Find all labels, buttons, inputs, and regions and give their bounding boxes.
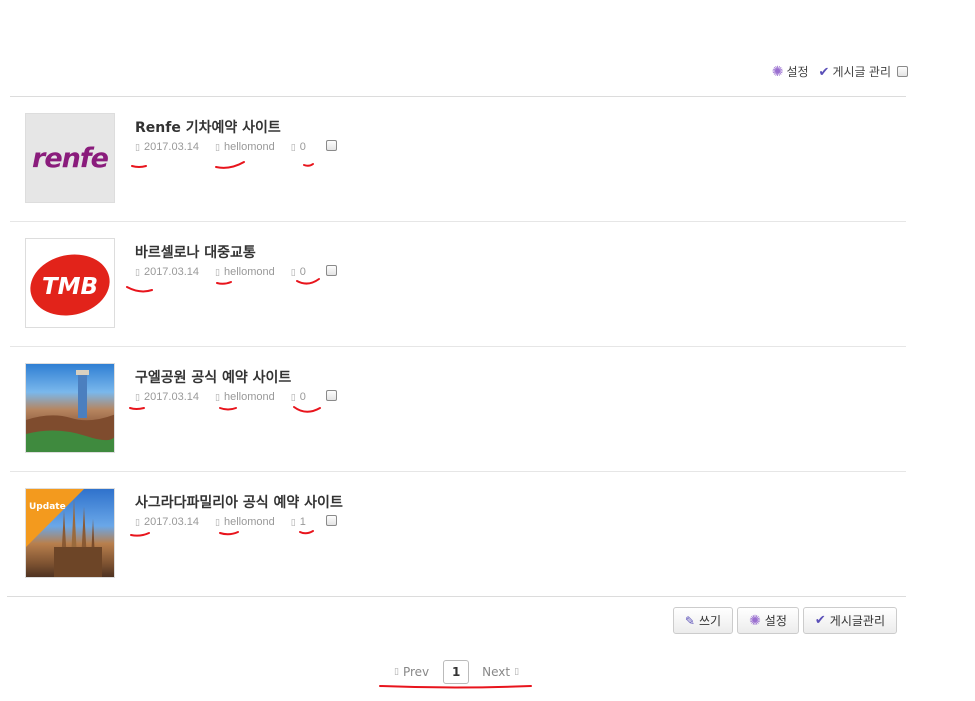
- list-item: 구엘공원 공식 예약 사이트 ▯ 2017.03.14 ▯ hellomond ▯ 0: [10, 347, 906, 472]
- post-list: renfe Renfe 기차예약 사이트 ▯ 2017.03.14 ▯ hellom…: [10, 97, 906, 596]
- write-button[interactable]: ✎ 쓰기: [672, 607, 734, 634]
- calendar-icon: ▯: [135, 266, 140, 277]
- user-icon: ▯: [215, 391, 220, 402]
- list-item: TMB 바르셀로나 대중교통 ▯ 2017.03.14 ▯ hellomond ▯ 0: [10, 222, 906, 347]
- post-comment-count[interactable]: 0: [300, 266, 306, 278]
- gear-icon: ✺: [771, 63, 784, 79]
- post-meta: ▯ 2017.03.14 ▯ hellomond ▯ 1: [135, 514, 337, 528]
- post-author[interactable]: hellomond: [224, 391, 275, 403]
- write-label: 쓰기: [698, 614, 722, 628]
- calendar-icon: ▯: [135, 391, 140, 402]
- post-title[interactable]: 사그라다파밀리아 공식 예약 사이트: [135, 492, 343, 512]
- user-icon: ▯: [215, 141, 220, 152]
- gear-icon: ✺: [749, 612, 761, 629]
- user-icon: ▯: [215, 516, 220, 527]
- post-meta: ▯ 2017.03.14 ▯ hellomond ▯ 0: [135, 139, 337, 153]
- post-date: 2017.03.14: [143, 141, 200, 153]
- post-select-checkbox[interactable]: [325, 139, 337, 151]
- tmb-logo-text: TMB: [42, 274, 98, 300]
- post-author[interactable]: hellomond: [224, 266, 275, 278]
- check-icon: ✔: [814, 613, 826, 628]
- manage-posts-link[interactable]: ✔ 게시글 관리: [819, 63, 908, 80]
- post-author[interactable]: hellomond: [224, 141, 275, 153]
- renfe-logo: renfe: [32, 142, 109, 174]
- list-item: Update 사그라다파밀리아 공식 예약 사이트 ▯ 2017.03.14 ▯ h…: [10, 472, 906, 596]
- post-date: 2017.03.14: [143, 391, 200, 403]
- next-label: Next: [482, 665, 511, 679]
- post-thumbnail[interactable]: TMB: [25, 238, 115, 328]
- settings-button[interactable]: ✺ 설정: [737, 607, 799, 634]
- tmb-logo: TMB: [30, 254, 110, 316]
- settings-label: 설정: [786, 64, 809, 79]
- post-thumbnail[interactable]: Update: [25, 488, 115, 578]
- comment-icon: ▯: [290, 141, 296, 152]
- user-icon: ▯: [215, 266, 220, 277]
- current-page[interactable]: 1: [443, 660, 470, 684]
- settings-label: 설정: [764, 614, 787, 628]
- list-bottom-divider: [7, 596, 906, 597]
- calendar-icon: ▯: [135, 141, 140, 152]
- post-title[interactable]: Renfe 기차예약 사이트: [135, 117, 281, 137]
- top-toolbar: ✺ 설정 ✔ 게시글 관리: [762, 61, 908, 81]
- annotation-underline: [379, 685, 532, 689]
- post-date: 2017.03.14: [143, 266, 200, 278]
- post-date: 2017.03.14: [143, 516, 200, 528]
- park-guell-photo: [26, 370, 114, 452]
- manage-posts-button[interactable]: ✔ 게시글관리: [802, 607, 897, 634]
- post-select-checkbox[interactable]: [325, 389, 337, 401]
- post-author[interactable]: hellomond: [224, 516, 275, 528]
- post-title[interactable]: 구엘공원 공식 예약 사이트: [135, 367, 291, 387]
- post-comment-count[interactable]: 0: [300, 141, 306, 153]
- post-title[interactable]: 바르셀로나 대중교통: [135, 242, 256, 262]
- pencil-icon: ✎: [684, 613, 695, 628]
- chevron-right-icon: ▯: [514, 667, 520, 677]
- post-meta: ▯ 2017.03.14 ▯ hellomond ▯ 0: [135, 389, 337, 403]
- post-thumbnail[interactable]: renfe: [25, 113, 115, 203]
- comment-icon: ▯: [290, 516, 296, 527]
- bottom-actions: ✎ 쓰기 ✺ 설정 ✔ 게시글관리: [672, 607, 897, 634]
- comment-icon: ▯: [290, 266, 296, 277]
- manage-posts-label: 게시글관리: [829, 614, 885, 628]
- update-badge: Update: [29, 502, 66, 512]
- comment-icon: ▯: [290, 391, 296, 402]
- prev-page-link[interactable]: ▯ Prev: [394, 665, 429, 679]
- settings-link[interactable]: ✺ 설정: [772, 63, 809, 80]
- manage-posts-label: 게시글 관리: [832, 64, 891, 79]
- post-thumbnail[interactable]: [25, 363, 115, 453]
- calendar-icon: ▯: [135, 516, 140, 527]
- post-comment-count[interactable]: 0: [300, 391, 306, 403]
- sagrada-familia-photo: Update: [26, 489, 102, 577]
- chevron-left-icon: ▯: [394, 667, 399, 677]
- select-all-checkbox[interactable]: [897, 65, 908, 77]
- prev-label: Prev: [402, 665, 430, 679]
- post-meta: ▯ 2017.03.14 ▯ hellomond ▯ 0: [135, 264, 337, 278]
- pagination: ▯ Prev 1 Next ▯: [394, 660, 519, 684]
- next-page-link[interactable]: Next ▯: [482, 665, 519, 679]
- post-select-checkbox[interactable]: [325, 264, 337, 276]
- post-select-checkbox[interactable]: [325, 514, 337, 526]
- list-item: renfe Renfe 기차예약 사이트 ▯ 2017.03.14 ▯ hellom…: [10, 97, 906, 222]
- check-icon: ✔: [818, 63, 830, 79]
- post-comment-count[interactable]: 1: [300, 516, 306, 528]
